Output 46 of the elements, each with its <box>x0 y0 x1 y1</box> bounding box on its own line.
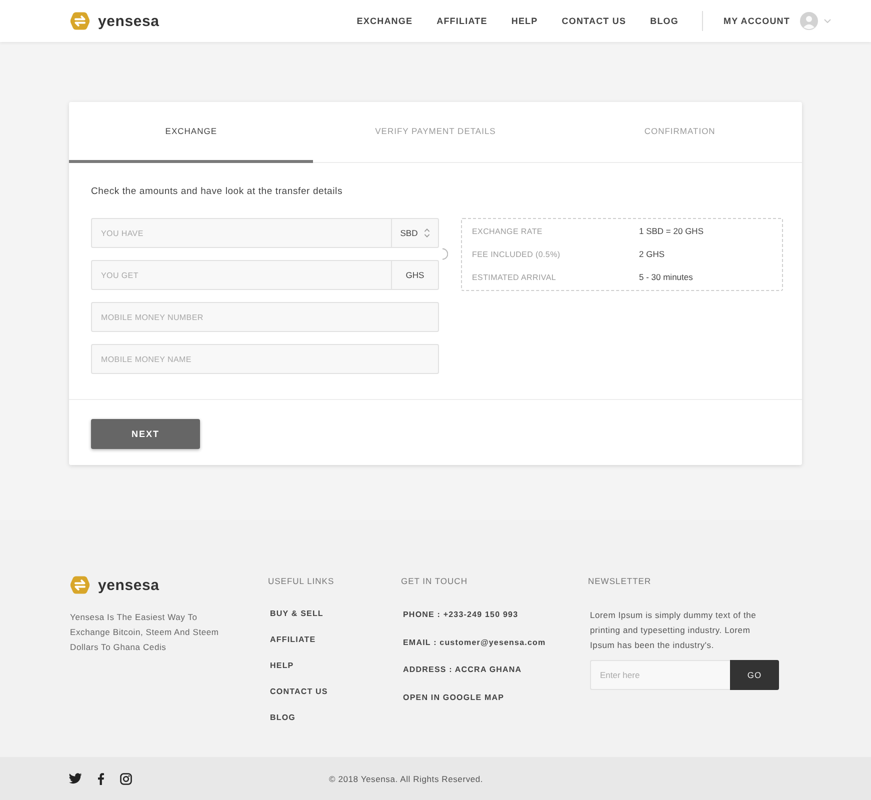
nav-link[interactable]: CONTACT US <box>562 16 626 26</box>
updown-chevron-icon <box>424 228 430 238</box>
amount-field[interactable]: YOU HAVE <box>91 218 392 248</box>
contact-link[interactable]: ADDRESS : ACCRA GHANA <box>403 656 522 684</box>
currency-select[interactable]: SBD <box>391 218 439 248</box>
detail-value: 2 GHS <box>639 248 666 261</box>
account-link[interactable]: MY ACCOUNT <box>724 16 790 26</box>
nav-link[interactable]: AFFILIATE <box>436 16 488 26</box>
column-title: USEFUL LINKS <box>268 575 334 587</box>
email-field[interactable]: Enter here <box>590 660 730 690</box>
contact-link[interactable]: PHONE : +233-249 150 993 <box>403 601 518 628</box>
nav-link[interactable]: BLOG <box>650 16 678 26</box>
twitter-icon[interactable] <box>69 773 82 784</box>
facebook-icon[interactable] <box>98 772 104 784</box>
newsletter-text: Lorem Ipsum is simply dummy text of the printing and typesetting industry. Lorem Ipsum has been the industry's. <box>590 609 758 652</box>
detail-label: ESTIMATED ARRIVAL <box>472 272 558 284</box>
logo-text: yensesa <box>98 576 160 594</box>
instagram-icon[interactable] <box>120 772 132 784</box>
column-title: GET IN TOUCH <box>401 575 468 587</box>
currency-label: GHS <box>391 260 439 290</box>
arc-icon <box>442 248 448 260</box>
amount-field[interactable]: YOU GET <box>91 260 392 290</box>
contact-link[interactable]: OPEN IN GOOGLE MAP <box>403 684 504 711</box>
logo-icon <box>70 575 90 595</box>
input-field[interactable]: MOBILE MONEY NUMBER <box>91 302 439 332</box>
column-title: NEWSLETTER <box>588 575 652 587</box>
footer-link[interactable]: BLOG <box>270 705 296 731</box>
instruction-text: Check the amounts and have look at the transfer details <box>91 186 344 198</box>
nav-link[interactable]: HELP <box>511 16 538 26</box>
detail-value: 5 - 30 minutes <box>639 271 694 284</box>
copyright-text: © 2018 Yesensa. All Rights Reserved. <box>329 774 484 784</box>
detail-label: EXCHANGE RATE <box>472 226 544 238</box>
footer-link[interactable]: AFFILIATE <box>270 627 316 653</box>
input-field[interactable]: MOBILE MONEY NAME <box>91 344 439 374</box>
footer-link[interactable]: BUY & SELL <box>270 601 324 627</box>
detail-value: 1 SBD = 20 GHS <box>639 225 704 238</box>
description-text: Yensesa Is The Easiest Way To Exchange Bitcoin, Steem And Steem Dollars To Ghana Cedis <box>70 611 220 654</box>
next-button[interactable]: NEXT <box>91 419 200 449</box>
detail-label: FEE INCLUDED (0.5%) <box>472 249 562 261</box>
go-button[interactable]: GO <box>730 660 779 690</box>
nav-link[interactable]: EXCHANGE <box>356 16 413 26</box>
logo-text[interactable]: yensesa <box>98 12 160 30</box>
footer-link[interactable]: CONTACT US <box>270 679 328 705</box>
step-tab[interactable]: EXCHANGE <box>69 102 314 163</box>
footer-link[interactable]: HELP <box>270 653 294 679</box>
contact-link[interactable]: EMAIL : customer@yesensa.com <box>403 628 546 656</box>
